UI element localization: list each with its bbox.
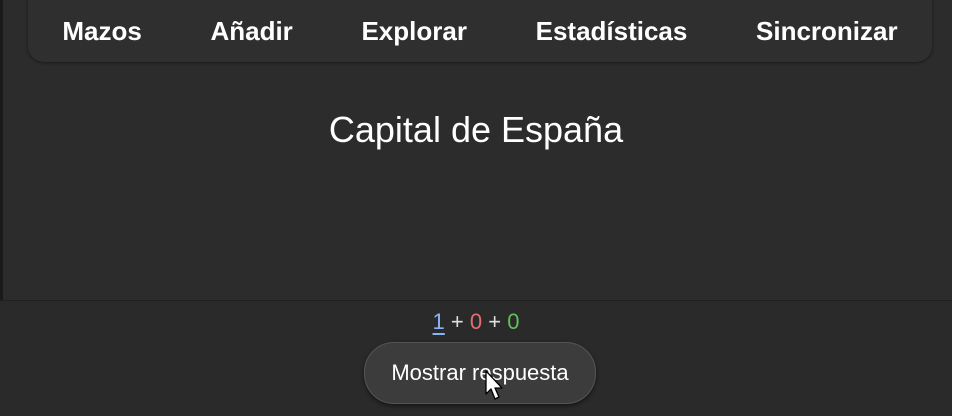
- review-window: Mazos Añadir Explorar Estadísticas Sincr…: [0, 0, 958, 416]
- toolbar-add-link[interactable]: Añadir: [204, 16, 298, 47]
- top-toolbar: Mazos Añadir Explorar Estadísticas Sincr…: [28, 0, 932, 62]
- show-answer-label: Mostrar respuesta: [391, 360, 569, 385]
- review-count: 0: [507, 309, 520, 334]
- hand-pointer-icon: [485, 370, 503, 400]
- toolbar-browse-link[interactable]: Explorar: [355, 16, 473, 47]
- toolbar-stats-link[interactable]: Estadísticas: [530, 16, 694, 47]
- count-separator: +: [450, 309, 464, 334]
- card-question: Capital de España: [328, 109, 624, 150]
- toolbar-decks-link[interactable]: Mazos: [56, 16, 147, 47]
- learning-count: 0: [469, 309, 483, 334]
- toolbar-sync-link[interactable]: Sincronizar: [750, 16, 904, 47]
- count-separator: +: [488, 309, 502, 334]
- new-count: 1: [432, 309, 445, 334]
- due-counts: 1 + 0 + 0: [0, 306, 952, 338]
- window-right-border: [952, 0, 958, 416]
- show-answer-button[interactable]: Mostrar respuesta: [364, 342, 596, 404]
